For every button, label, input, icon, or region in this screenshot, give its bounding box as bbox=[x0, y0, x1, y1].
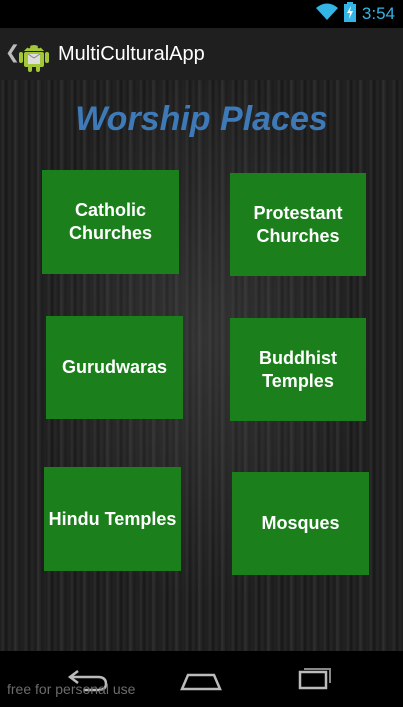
wifi-icon bbox=[315, 3, 338, 26]
android-app-icon[interactable] bbox=[16, 37, 52, 73]
protestant-churches-button[interactable]: Protestant Churches bbox=[230, 173, 366, 276]
status-icons: 3:54 bbox=[315, 1, 395, 27]
status-time: 3:54 bbox=[361, 4, 395, 23]
page-title: Worship Places bbox=[75, 100, 328, 138]
home-icon[interactable] bbox=[178, 663, 224, 697]
battery-charging-icon bbox=[343, 1, 356, 27]
worship-places-content: Worship Places Catholic Churches Protest… bbox=[0, 80, 403, 651]
hindu-temples-button[interactable]: Hindu Temples bbox=[44, 467, 181, 571]
gurudwaras-button[interactable]: Gurudwaras bbox=[46, 316, 183, 419]
mosques-button[interactable]: Mosques bbox=[232, 472, 369, 575]
screen: 3:54 ❮ MultiCulturalApp Worship Places C… bbox=[0, 0, 403, 707]
status-bar: 3:54 bbox=[0, 0, 403, 28]
action-bar: ❮ MultiCulturalApp bbox=[0, 28, 403, 81]
recent-apps-icon[interactable] bbox=[290, 663, 336, 697]
app-title: MultiCulturalApp bbox=[58, 43, 205, 65]
watermark-text: free for personal use bbox=[7, 681, 136, 697]
system-navigation-bar: free for personal use bbox=[0, 651, 403, 707]
buddhist-temples-button[interactable]: Buddhist Temples bbox=[230, 318, 366, 421]
catholic-churches-button[interactable]: Catholic Churches bbox=[42, 170, 179, 274]
